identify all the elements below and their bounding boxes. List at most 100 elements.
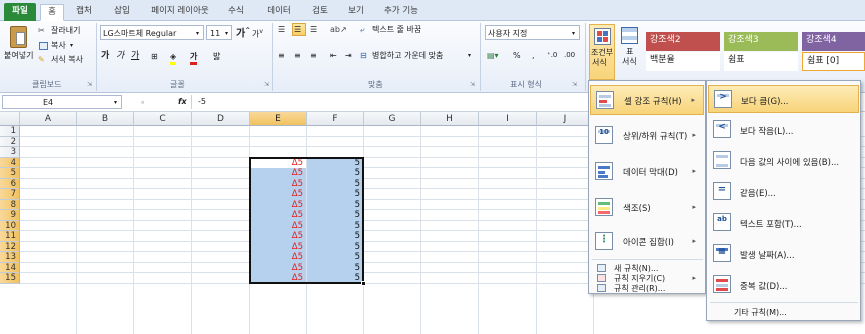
tab-insert[interactable]: 삽입 [108, 4, 136, 21]
column-header-I[interactable]: I [479, 112, 537, 126]
column-header-H[interactable]: H [421, 112, 479, 126]
cancel-entry-icon[interactable]: ∘ [140, 97, 145, 108]
row-header-14[interactable]: 14 [0, 262, 20, 273]
highlight-rule-3[interactable]: = 같음(E)... [708, 178, 859, 206]
column-header-B[interactable]: B [77, 112, 134, 126]
cell-style-accent3[interactable]: 강조색3 [724, 32, 798, 51]
align-left-icon[interactable]: ≡ [278, 50, 285, 61]
name-box[interactable]: E4 ▾ [2, 95, 122, 109]
tab-review[interactable]: 검토 [306, 4, 334, 21]
column-header-E[interactable]: E [250, 112, 307, 126]
align-center-icon[interactable]: ≡ [294, 50, 301, 61]
cell-style-comma[interactable]: 쉼표 [724, 52, 798, 71]
dialog-launcher-icon[interactable]: ⇲ [264, 79, 269, 90]
font-size-box[interactable]: 11 ▾ [206, 25, 232, 40]
highlight-rule-1[interactable]: < 보다 작음(L)... [708, 116, 859, 144]
row-header-12[interactable]: 12 [0, 241, 20, 252]
copy-button[interactable]: 복사 ▾ [38, 40, 88, 52]
more-rules-item[interactable]: 기타 규칙(M)... [708, 306, 859, 318]
cf-menu-item-7[interactable]: 규칙 관리(R)... [590, 283, 704, 293]
cf-menu-item-3[interactable]: 색조(S) ▸ [590, 193, 704, 223]
cell-style-comma0[interactable]: 쉼표 [0] [802, 52, 865, 71]
merge-center-button[interactable]: ⊟ 병합하고 가운데 맞춤 ▾ [358, 50, 473, 63]
cell-style-percent[interactable]: 백분율 [646, 52, 720, 71]
number-format-box[interactable]: 사용자 지정 ▾ [485, 25, 580, 40]
comma-icon[interactable]: , [532, 50, 535, 61]
paste-button[interactable]: 붙여넣기 [3, 24, 35, 74]
cell-style-accent4[interactable]: 강조색4 [802, 32, 865, 51]
border-icon[interactable]: ⊞ [151, 51, 158, 62]
format-as-table-button[interactable]: 표 서식 [618, 24, 642, 80]
cf-menu-item-2[interactable]: 데이터 막대(D) ▸ [590, 157, 704, 187]
cf-menu-item-6[interactable]: 규칙 지우기(C) ▸ [590, 273, 704, 283]
cut-button[interactable]: ✂ 잘라내기 [38, 25, 98, 37]
column-header-F[interactable]: F [307, 112, 364, 126]
row-header-3[interactable]: 3 [0, 147, 20, 158]
formula-input[interactable]: -5 [198, 96, 206, 107]
row-header-13[interactable]: 13 [0, 252, 20, 263]
tab-capture[interactable]: 캡처 [70, 4, 98, 21]
dialog-launcher-icon[interactable]: ⇲ [87, 79, 92, 90]
wrap-text-button[interactable]: ⤶ 텍스트 줄 바꿈 [358, 24, 468, 37]
insert-function-button[interactable]: fx [178, 96, 187, 107]
row-header-7[interactable]: 7 [0, 189, 20, 200]
align-right-icon[interactable]: ≡ [310, 50, 317, 61]
row-header-15[interactable]: 15 [0, 273, 20, 284]
highlight-rule-6[interactable]: 중복 값(D)... [708, 271, 859, 299]
column-header-G[interactable]: G [364, 112, 421, 126]
column-header-D[interactable]: D [192, 112, 250, 126]
conditional-formatting-button[interactable]: 조건부 서식 [589, 24, 615, 80]
tab-data[interactable]: 데이터 [262, 4, 296, 21]
font-name-box[interactable]: LG스마트체 Regular ▾ [100, 25, 204, 40]
tab-file[interactable]: 파일 [4, 3, 36, 21]
select-all-corner[interactable] [0, 112, 20, 126]
cf-menu-item-4[interactable]: ⋮ 아이콘 집합(I) ▸ [590, 227, 704, 257]
highlight-rule-5[interactable]: ▦ 발생 날짜(A)... [708, 240, 859, 268]
decrease-indent-icon[interactable]: ⇤ [330, 50, 337, 61]
fill-handle[interactable] [361, 280, 366, 286]
cf-menu-item-5[interactable]: 새 규칙(N)... [590, 263, 704, 273]
tab-addins[interactable]: 추가 기능 [378, 4, 424, 21]
tab-view[interactable]: 보기 [344, 4, 368, 21]
highlight-rule-2[interactable]: 다음 값의 사이에 있음(B)... [708, 147, 859, 175]
align-top-icon[interactable]: ☰ [278, 24, 285, 35]
italic-icon[interactable]: 가 [116, 51, 124, 62]
cell-style-accent2[interactable]: 강조색2 [646, 32, 720, 51]
row-header-6[interactable]: 6 [0, 178, 20, 189]
format-painter-button[interactable]: ✎ 서식 복사 [38, 54, 98, 66]
row-header-9[interactable]: 9 [0, 210, 20, 221]
underline-icon[interactable]: 가 [131, 51, 139, 62]
tab-home[interactable]: 홈 [40, 4, 64, 21]
row-header-1[interactable]: 1 [0, 126, 20, 137]
font-color-icon[interactable]: 가 [190, 51, 198, 65]
orientation-icon[interactable]: ab↗ [330, 24, 347, 35]
row-header-4[interactable]: 4 [0, 157, 20, 168]
phonetic-icon[interactable]: 뱛 [213, 51, 220, 62]
increase-decimal-icon[interactable]: ⁺.0 [547, 50, 557, 61]
dialog-launcher-icon[interactable]: ⇲ [572, 79, 577, 90]
decrease-decimal-icon[interactable]: .00 [564, 50, 575, 61]
align-bottom-icon[interactable]: ☰ [310, 24, 317, 35]
row-header-8[interactable]: 8 [0, 199, 20, 210]
increase-indent-icon[interactable]: ⇥ [345, 50, 352, 61]
column-header-C[interactable]: C [134, 112, 192, 126]
percent-icon[interactable]: % [513, 50, 521, 61]
cf-menu-item-1[interactable]: 10 상위/하위 규칙(T) ▸ [590, 121, 704, 151]
cf-menu-item-0[interactable]: 셀 강조 규칙(H) ▸ [590, 85, 704, 115]
tab-page-layout[interactable]: 페이지 레이아웃 [146, 4, 214, 21]
fill-color-icon[interactable]: ◈ [170, 51, 177, 65]
row-header-11[interactable]: 11 [0, 231, 20, 242]
tab-formulas[interactable]: 수식 [224, 4, 248, 21]
currency-icon[interactable]: ▤▾ [487, 50, 499, 61]
row-header-10[interactable]: 10 [0, 220, 20, 231]
row-header-5[interactable]: 5 [0, 168, 20, 179]
column-header-A[interactable]: A [20, 112, 77, 126]
row-header-2[interactable]: 2 [0, 136, 20, 147]
grow-font-icon[interactable]: 가^ [236, 25, 250, 39]
column-header-J[interactable]: J [537, 112, 594, 126]
highlight-rule-4[interactable]: ab 텍스트 포함(T)... [708, 209, 859, 237]
bold-icon[interactable]: 가 [101, 51, 109, 62]
highlight-rule-0[interactable]: > 보다 큼(G)... [708, 85, 859, 113]
shrink-font-icon[interactable]: 가v [252, 26, 263, 40]
dialog-launcher-icon[interactable]: ⇲ [470, 79, 475, 90]
